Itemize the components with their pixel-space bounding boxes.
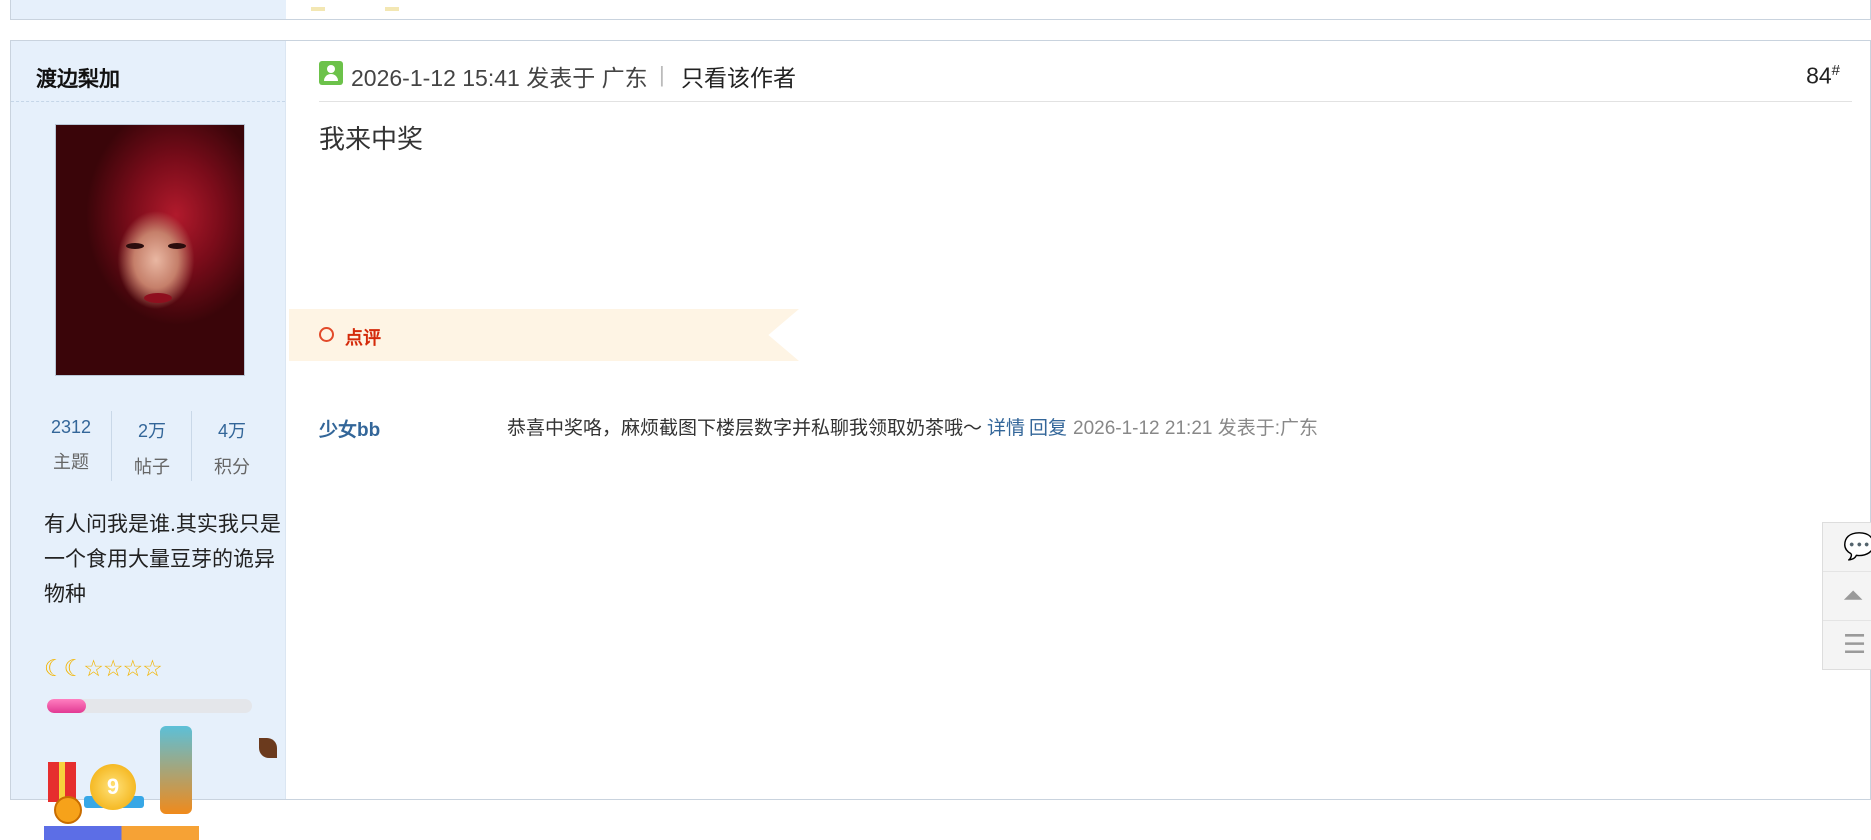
stat-label: 主题: [53, 452, 89, 472]
medal-strip: [44, 826, 199, 840]
floor-mark: #: [1831, 62, 1840, 79]
moon-icon: ☾: [63, 655, 85, 681]
list-icon: ☰: [1843, 629, 1867, 659]
previous-post-fragment: [10, 0, 1871, 20]
avatar-detail: [126, 243, 144, 249]
floating-toolbar: 💬 ⏶ ☰: [1822, 522, 1871, 670]
only-author-link[interactable]: 只看该作者: [681, 59, 796, 93]
level-progress-fill: [47, 699, 86, 713]
comment-section-title: 点评: [345, 328, 381, 348]
tall-medal-icon[interactable]: [160, 726, 192, 814]
comment-user[interactable]: 少女bb: [319, 415, 380, 442]
post-time: 2026-1-12 15:41 发表于 广东: [351, 65, 648, 91]
sidebar-divider: [11, 101, 285, 102]
author-signature: 有人问我是谁.其实我只是一个食用大量豆芽的诡异物种: [44, 513, 281, 606]
back-to-list-button[interactable]: ☰: [1823, 621, 1871, 669]
level-progress-bar: [47, 699, 252, 713]
author-sidebar: 渡边梨加 2312 主题 2万 帖子 4万 积分 有人问我是谁.其实我只是一个食…: [11, 41, 286, 840]
stat-posts[interactable]: 2万 帖子: [111, 411, 192, 481]
header-separator: |: [659, 62, 665, 87]
star-icon: ☆: [102, 655, 124, 681]
quick-reply-button[interactable]: 💬: [1823, 523, 1871, 572]
user-level-icons: ☾☾☆☆☆☆: [44, 655, 163, 683]
previous-post-sidebar: [11, 0, 286, 19]
author-stats: 2312 主题 2万 帖子 4万 积分: [31, 411, 271, 481]
comment-time: 2026-1-12 21:21 发表于:广东: [1073, 418, 1319, 439]
circle-icon: [319, 327, 334, 342]
star-icon: ☆: [142, 655, 163, 681]
online-user-icon: [319, 61, 343, 85]
comment-detail-link[interactable]: 详情: [987, 413, 1025, 440]
comment-icon: 💬: [1843, 531, 1871, 561]
moon-icon: ☾: [44, 655, 65, 681]
ribbon-medal-disc: [54, 796, 82, 824]
previous-post-actions: [311, 0, 511, 11]
post-content-area: 2026-1-12 15:41 发表于 广东 | 只看该作者 84# 我来中奖 …: [287, 41, 1870, 799]
brown-medal-icon[interactable]: [259, 738, 277, 758]
star-icon: ☆: [122, 655, 144, 681]
back-to-top-icon: ⏶: [1843, 580, 1864, 610]
post-header: 2026-1-12 15:41 发表于 广东 | 只看该作者 84#: [319, 59, 1852, 102]
back-to-top-button[interactable]: ⏶: [1823, 572, 1871, 621]
star-icon: ☆: [83, 655, 104, 681]
stat-topics[interactable]: 2312 主题: [31, 411, 111, 481]
author-name[interactable]: 渡边梨加: [36, 63, 120, 93]
comment-text: 恭喜中奖咯，麻烦截图下楼层数字并私聊我领取奶茶哦～: [507, 418, 983, 439]
forum-post: 渡边梨加 2312 主题 2万 帖子 4万 积分 有人问我是谁.其实我只是一个食…: [10, 40, 1871, 840]
stat-value[interactable]: 4万: [192, 417, 272, 443]
comment-reply-link[interactable]: 回复: [1029, 413, 1067, 440]
post-message: 我来中奖: [319, 124, 424, 154]
stat-label: 帖子: [134, 457, 170, 477]
stat-points[interactable]: 4万 积分: [191, 411, 272, 481]
avatar-detail: [168, 243, 186, 249]
avatar-detail: [144, 293, 172, 303]
gold-medal-icon[interactable]: 9: [90, 764, 136, 810]
comment-item: 少女bb 恭喜中奖咯，麻烦截图下楼层数字并私聊我领取奶茶哦～ 详情 回复 202…: [319, 413, 1419, 443]
avatar[interactable]: [55, 124, 245, 376]
stat-label: 积分: [214, 457, 250, 477]
stat-value[interactable]: 2万: [112, 417, 192, 443]
floor-number-value[interactable]: 84: [1806, 63, 1832, 89]
floor-number[interactable]: 84#: [1806, 62, 1840, 90]
medal-list: 9: [44, 726, 284, 840]
stat-value[interactable]: 2312: [31, 417, 111, 438]
